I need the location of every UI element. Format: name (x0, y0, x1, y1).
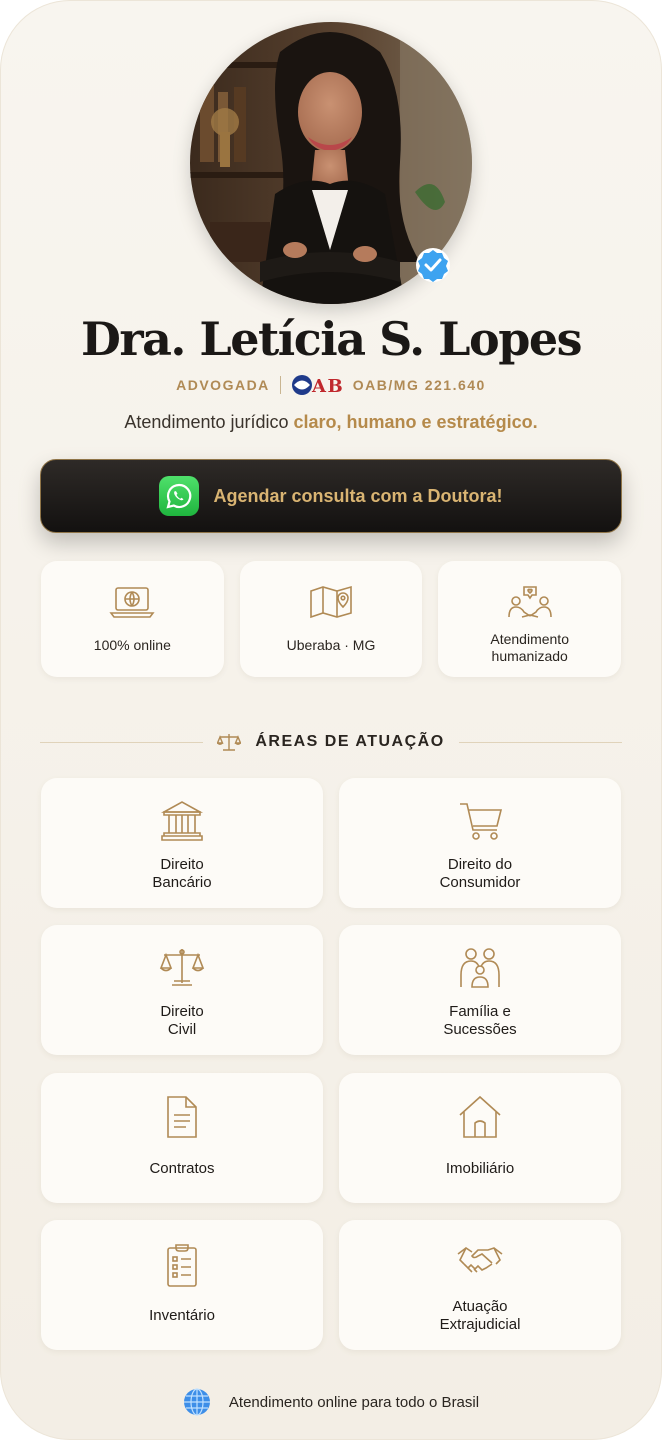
whatsapp-icon (159, 476, 200, 516)
features-row: 100% online Uberaba · MG Atendimento hum… (41, 561, 622, 677)
area-label: Atuação Extrajudicial (439, 1298, 521, 1333)
profile-name: Dra. Letícia S. Lopes (80, 312, 583, 366)
areas-section-header: ÁREAS DE ATUAÇÃO (40, 728, 622, 756)
feature-label: Atendimento humanizado (490, 631, 569, 664)
oab-logo: AB (291, 374, 343, 396)
area-label: Inventário (149, 1307, 215, 1324)
feature-online: 100% online (41, 561, 224, 677)
scales-icon (159, 949, 205, 986)
credentials-row: ADVOGADA AB OAB/MG 221.640 (0, 374, 662, 396)
verified-check-icon (416, 248, 450, 282)
feature-label: Uberaba · MG (286, 637, 376, 653)
tagline: Atendimento jurídico claro, humano e est… (0, 412, 662, 433)
tagline-prefix: Atendimento jurídico (124, 412, 294, 432)
area-direito-civil[interactable]: Direito Civil (41, 925, 323, 1055)
area-atuacao-extrajudicial[interactable]: Atuação Extrajudicial (339, 1220, 621, 1350)
area-familia-sucessoes[interactable]: Família e Sucessões (339, 925, 621, 1055)
divider (279, 376, 281, 394)
profile-card: Dra. Letícia S. Lopes ADVOGADA AB OAB/MG… (0, 0, 662, 1440)
globe-icon (183, 1388, 210, 1416)
role-label: ADVOGADA (176, 377, 270, 393)
avatar-container (190, 22, 472, 304)
area-label: Direito Civil (160, 1003, 204, 1038)
divider-line (40, 741, 204, 743)
scales-icon (217, 734, 242, 751)
feature-location: Uberaba · MG (239, 561, 423, 677)
area-label: Direito Bancário (152, 856, 212, 891)
areas-section-title: ÁREAS DE ATUAÇÃO (217, 732, 444, 752)
document-icon (167, 1096, 197, 1138)
area-label: Família e Sucessões (443, 1003, 517, 1038)
oab-number: OAB/MG 221.640 (352, 377, 486, 393)
map-pin-icon (310, 585, 352, 619)
divider-line (458, 741, 622, 743)
footer-label: Atendimento online para todo o Brasil (228, 1393, 480, 1411)
feature-label: 100% online (93, 637, 171, 653)
area-inventario[interactable]: Inventário (41, 1220, 323, 1350)
area-contratos[interactable]: Contratos (41, 1073, 323, 1203)
cta-label: Agendar consulta com a Doutora! (213, 485, 503, 506)
schedule-consultation-button[interactable]: Agendar consulta com a Doutora! (40, 459, 622, 533)
area-direito-consumidor[interactable]: Direito do Consumidor (339, 778, 621, 908)
checklist-icon (167, 1244, 197, 1287)
feature-humanized: Atendimento humanizado (438, 561, 622, 677)
bank-icon (160, 801, 204, 841)
area-imobiliario[interactable]: Imobiliário (339, 1073, 621, 1203)
handshake-icon (457, 1247, 503, 1273)
svg-text:AB: AB (311, 376, 343, 396)
house-icon (459, 1095, 501, 1138)
laptop-globe-icon (109, 587, 155, 618)
family-icon (460, 948, 500, 988)
people-heart-icon (507, 586, 552, 618)
area-label: Imobiliário (445, 1160, 515, 1177)
area-label: Contratos (149, 1160, 215, 1177)
cart-icon (460, 803, 503, 840)
footer: Atendimento online para todo o Brasil (0, 1388, 662, 1416)
tagline-highlight: claro, humano e estratégico. (293, 412, 538, 432)
area-direito-bancario[interactable]: Direito Bancário (41, 778, 323, 908)
area-label: Direito do Consumidor (439, 856, 521, 891)
